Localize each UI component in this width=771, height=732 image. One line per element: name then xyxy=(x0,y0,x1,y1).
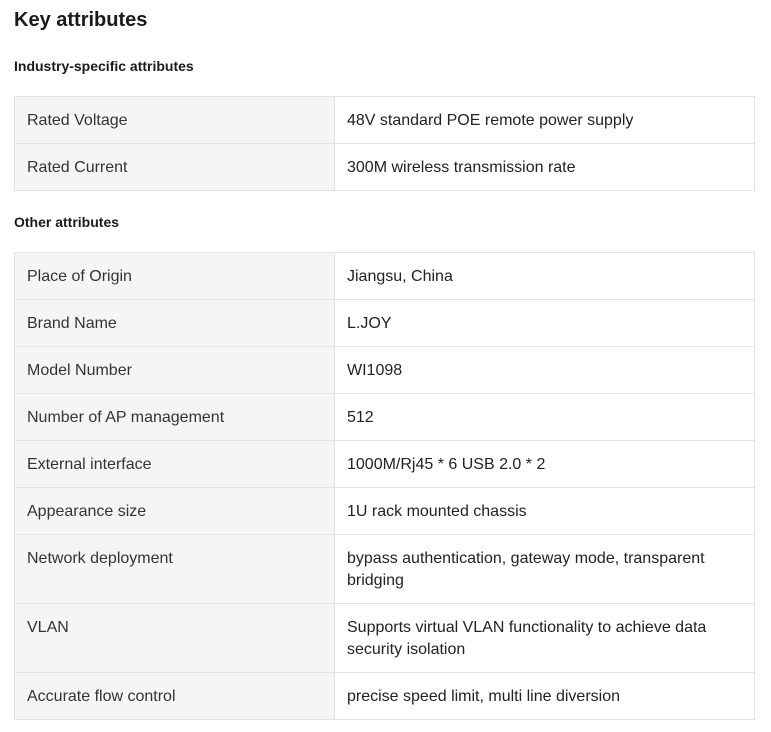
attribute-value: WI1098 xyxy=(334,346,755,394)
table-row: Appearance size 1U rack mounted chassis xyxy=(14,487,755,535)
table-row: VLAN Supports virtual VLAN functionality… xyxy=(14,603,755,673)
attribute-value: 512 xyxy=(334,393,755,441)
attribute-value: 48V standard POE remote power supply xyxy=(334,96,755,144)
attribute-key: Network deployment xyxy=(14,534,335,604)
table-row: Number of AP management 512 xyxy=(14,393,755,441)
industry-attributes-table: Rated Voltage 48V standard POE remote po… xyxy=(14,96,755,191)
industry-attributes-heading: Industry-specific attributes xyxy=(14,58,194,74)
attribute-key: Model Number xyxy=(14,346,335,394)
attribute-value: 1U rack mounted chassis xyxy=(334,487,755,535)
table-row: External interface 1000M/Rj45 * 6 USB 2.… xyxy=(14,440,755,488)
attribute-key: Rated Voltage xyxy=(14,96,335,144)
table-row: Place of Origin Jiangsu, China xyxy=(14,252,755,300)
table-row: Accurate flow control precise speed limi… xyxy=(14,672,755,720)
attribute-key: Rated Current xyxy=(14,143,335,191)
table-row: Rated Current 300M wireless transmission… xyxy=(14,143,755,191)
attribute-key: Place of Origin xyxy=(14,252,335,300)
table-row: Network deployment bypass authentication… xyxy=(14,534,755,604)
attribute-value: 300M wireless transmission rate xyxy=(334,143,755,191)
key-attributes-page: Key attributes Industry-specific attribu… xyxy=(0,0,771,732)
attribute-value: 1000M/Rj45 * 6 USB 2.0 * 2 xyxy=(334,440,755,488)
table-row: Brand Name L.JOY xyxy=(14,299,755,347)
table-row: Model Number WI1098 xyxy=(14,346,755,394)
attribute-value: precise speed limit, multi line diversio… xyxy=(334,672,755,720)
attribute-key: VLAN xyxy=(14,603,335,673)
attribute-value: Jiangsu, China xyxy=(334,252,755,300)
attribute-key: Accurate flow control xyxy=(14,672,335,720)
page-title: Key attributes xyxy=(14,9,148,31)
attribute-value: bypass authentication, gateway mode, tra… xyxy=(334,534,755,604)
attribute-key: External interface xyxy=(14,440,335,488)
attribute-value: Supports virtual VLAN functionality to a… xyxy=(334,603,755,673)
attribute-key: Brand Name xyxy=(14,299,335,347)
table-row: Rated Voltage 48V standard POE remote po… xyxy=(14,96,755,144)
other-attributes-table: Place of Origin Jiangsu, China Brand Nam… xyxy=(14,252,755,720)
other-attributes-heading: Other attributes xyxy=(14,214,120,230)
attribute-value: L.JOY xyxy=(334,299,755,347)
attribute-key: Number of AP management xyxy=(14,393,335,441)
attribute-key: Appearance size xyxy=(14,487,335,535)
